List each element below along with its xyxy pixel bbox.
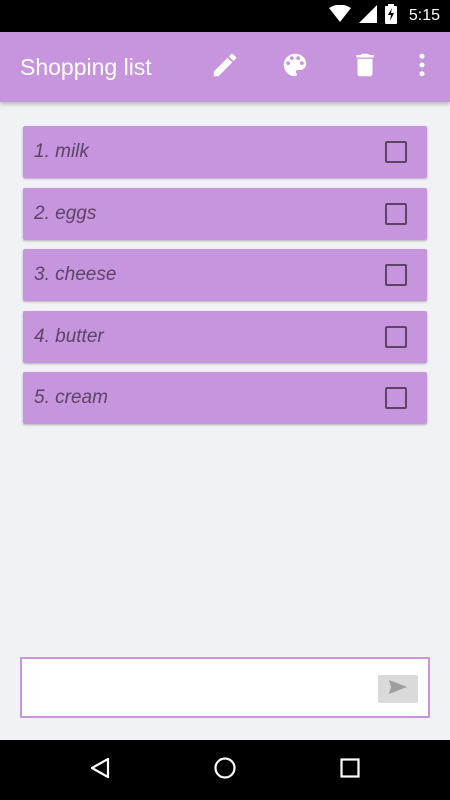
item-checkbox[interactable] <box>385 325 407 348</box>
list-item-label: 3. cheese <box>34 264 117 285</box>
back-button[interactable] <box>86 756 114 784</box>
add-item-input[interactable] <box>26 662 370 715</box>
more-options-button[interactable] <box>406 51 438 83</box>
send-icon <box>389 679 407 699</box>
list-item[interactable]: 5. cream <box>23 372 427 424</box>
item-checkbox[interactable] <box>385 202 407 225</box>
edit-icon <box>210 50 240 85</box>
list-item-label: 5. cream <box>34 387 108 408</box>
list-item-label: 2. eggs <box>34 202 97 224</box>
home-icon <box>213 756 237 785</box>
back-icon <box>88 756 112 785</box>
add-item-composer <box>20 657 430 718</box>
status-bar: 5:15 <box>0 0 450 32</box>
send-button[interactable] <box>378 675 418 703</box>
delete-button[interactable] <box>349 51 381 83</box>
item-checkbox[interactable] <box>385 264 407 286</box>
app-bar: Shopping list <box>0 32 450 102</box>
signal-icon <box>358 4 377 28</box>
screen: 5:15 Shopping list 1. milk 2. eggs 3. ch… <box>0 0 450 800</box>
wifi-icon <box>328 4 351 28</box>
status-icons: 5:15 <box>328 0 440 32</box>
recents-button[interactable] <box>336 756 364 784</box>
status-time: 5:15 <box>408 7 440 24</box>
battery-charging-icon <box>384 3 397 29</box>
home-button[interactable] <box>211 756 239 784</box>
shopping-list: 1. milk 2. eggs 3. cheese 4. butter 5. c… <box>23 126 427 434</box>
list-item-label: 1. milk <box>34 141 89 162</box>
item-checkbox[interactable] <box>385 387 407 409</box>
page-title: Shopping list <box>20 54 152 80</box>
list-item-label: 4. butter <box>34 325 104 347</box>
recents-icon <box>338 756 362 785</box>
palette-icon <box>280 50 310 85</box>
list-item[interactable]: 1. milk <box>23 126 427 178</box>
item-checkbox[interactable] <box>385 141 407 163</box>
edit-button[interactable] <box>209 51 241 83</box>
list-item[interactable]: 4. butter <box>23 310 427 363</box>
list-item[interactable]: 2. eggs <box>23 187 427 240</box>
list-item[interactable]: 3. cheese <box>23 249 427 301</box>
more-vert-icon <box>407 50 437 85</box>
delete-icon <box>350 50 380 85</box>
navigation-bar <box>0 740 450 800</box>
palette-button[interactable] <box>279 51 311 83</box>
